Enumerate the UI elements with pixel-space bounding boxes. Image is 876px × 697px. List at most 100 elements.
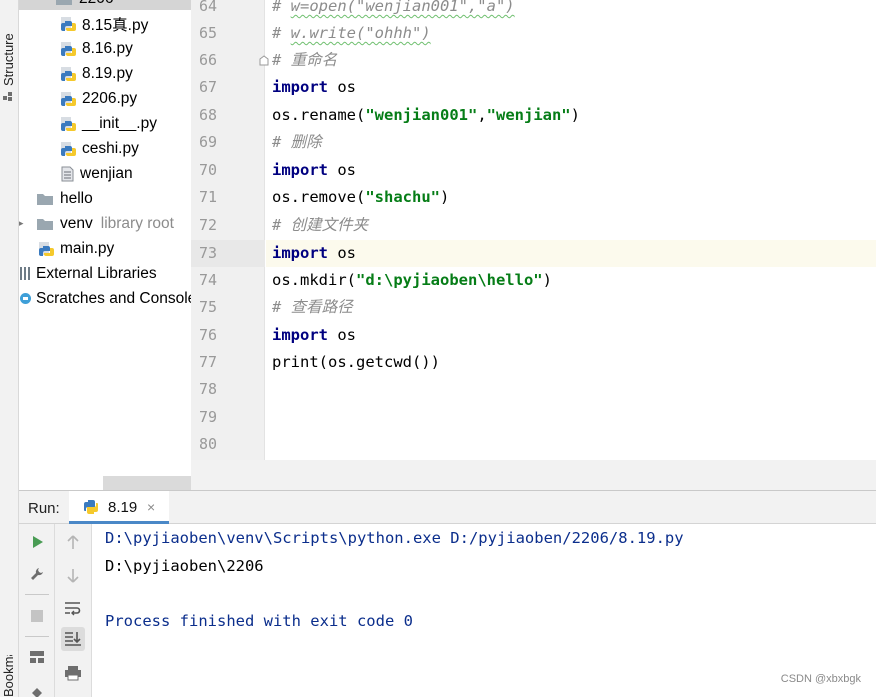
python-file-icon (39, 241, 54, 256)
tree-item-2206-py[interactable]: 2206.py (60, 86, 137, 111)
scroll-to-end-icon[interactable] (61, 627, 85, 651)
code-editor[interactable]: 64 65 66 67 68 69 70 71 72 73 74 75 76 7… (191, 0, 876, 460)
wrench-icon[interactable] (25, 562, 49, 586)
line-number: 69 (198, 133, 217, 151)
left-tool-strip: Structure Bookmarks (0, 0, 19, 697)
python-icon (84, 500, 98, 514)
tree-scratches[interactable]: Scratches and Consoles (19, 286, 191, 311)
code-line-69: # 删除 (272, 133, 322, 151)
tree-item-label: __init__.py (82, 114, 157, 132)
tree-item-label: main.py (60, 239, 115, 257)
tree-item-label: 2206.py (82, 89, 138, 107)
fold-marker-icon[interactable] (259, 55, 269, 66)
line-number: 66 (198, 51, 217, 69)
tree-item-wenjian[interactable]: wenjian (61, 161, 133, 186)
stop-icon[interactable] (25, 604, 49, 628)
code-line-76: import os (272, 326, 356, 344)
scratches-icon (20, 293, 31, 304)
line-number: 77 (198, 353, 217, 371)
structure-tab[interactable]: Structure (1, 22, 16, 86)
line-number: 73 (198, 244, 217, 262)
python-file-icon (61, 66, 76, 81)
python-file-icon (61, 141, 76, 156)
code-line-64: # w=open("wenjian001","a") (272, 0, 515, 15)
tree-item-label: Scratches and Consoles (36, 289, 191, 307)
run-icon[interactable] (25, 530, 49, 554)
print-icon[interactable] (61, 661, 85, 685)
watermark: CSDN @xbxbgk (780, 673, 861, 685)
run-console[interactable]: D:\pyjiaoben\venv\Scripts\python.exe D:/… (92, 524, 876, 697)
line-number: 72 (198, 216, 217, 234)
current-line-highlight (266, 240, 876, 267)
line-number: 70 (198, 161, 217, 179)
line-number: 76 (198, 326, 217, 344)
structure-icon (3, 92, 12, 101)
line-number: 74 (198, 271, 217, 289)
tree-item-main[interactable]: main.py (38, 236, 114, 261)
tree-item-init[interactable]: __init__.py (60, 111, 157, 136)
python-file-icon (61, 91, 76, 106)
run-panel-header: Run: 8.19 × (19, 490, 876, 524)
code-line-65: # w.write("ohhh") (272, 24, 431, 42)
line-number: 75 (198, 298, 217, 316)
tree-item-8-16[interactable]: 8.16.py (60, 36, 133, 61)
line-number: 64 (198, 0, 217, 15)
layout-icon[interactable] (25, 645, 49, 669)
tree-horizontal-scrollbar[interactable] (103, 476, 191, 490)
tree-folder-hello[interactable]: hello (36, 186, 93, 211)
code-line-74: os.mkdir("d:\pyjiaoben\hello") (272, 271, 552, 289)
library-root-label: library root (100, 214, 174, 232)
tree-item-label: ceshi.py (82, 139, 139, 157)
run-tab-label: 8.19 (108, 499, 138, 516)
project-tree: 2206 8.15真.py 8.16.py 8.19.py 2206.py __… (19, 0, 191, 490)
folder-icon (56, 0, 72, 5)
python-file-icon (61, 16, 76, 31)
line-number: 67 (198, 78, 217, 96)
tree-external-libraries[interactable]: External Libraries (19, 261, 157, 286)
down-arrow-icon[interactable] (61, 564, 85, 588)
tree-item-label: 8.15真.py (82, 16, 149, 34)
toolbar-separator (25, 636, 49, 637)
run-toolbar-primary (19, 524, 55, 697)
tree-item-label: 8.19.py (82, 64, 133, 82)
run-tab-8-19[interactable]: 8.19 × (69, 491, 169, 524)
tree-folder-venv[interactable]: ▸ venv library root (19, 211, 174, 236)
code-line-75: # 查看路径 (272, 298, 353, 316)
run-label: Run: (28, 500, 60, 517)
code-line-71: os.remove("shachu") (272, 188, 450, 206)
close-icon[interactable]: × (147, 499, 155, 515)
code-line-70: import os (272, 161, 356, 179)
library-icon (20, 267, 30, 280)
editor-bottom-area (191, 460, 876, 490)
chevron-right-icon[interactable]: ▸ (19, 218, 30, 229)
pin-icon[interactable] (25, 682, 49, 697)
tree-folder-2206[interactable]: 2206 (55, 0, 113, 11)
code-line-68: os.rename("wenjian001","wenjian") (272, 106, 580, 124)
tree-item-label: 8.16.py (82, 39, 133, 57)
code-line-66: # 重命名 (272, 51, 338, 69)
up-arrow-icon[interactable] (61, 530, 85, 554)
tree-item-8-19[interactable]: 8.19.py (60, 61, 133, 86)
text-file-icon (61, 166, 74, 181)
line-number: 80 (198, 435, 217, 453)
line-number: 71 (198, 188, 217, 206)
console-line: D:\pyjiaoben\venv\Scripts\python.exe D:/… (105, 529, 684, 547)
run-toolbar-secondary (55, 524, 92, 697)
tree-item-label: wenjian (80, 164, 133, 182)
tree-folder-label: venv (60, 214, 93, 232)
tree-item-8-15[interactable]: 8.15真.py (60, 11, 148, 36)
tree-item-label: External Libraries (36, 264, 157, 282)
tree-folder-label: hello (60, 189, 93, 207)
code-line-73: import os (272, 244, 356, 262)
tree-folder-label: 2206 (79, 0, 113, 8)
line-number: 65 (198, 24, 217, 42)
line-number: 79 (198, 408, 217, 426)
python-file-icon (61, 41, 76, 56)
tree-item-ceshi[interactable]: ceshi.py (60, 136, 139, 161)
line-number: 68 (198, 106, 217, 124)
folder-icon (37, 218, 53, 230)
folder-icon (37, 193, 53, 205)
bookmarks-tab[interactable]: Bookmarks (1, 655, 16, 697)
soft-wrap-icon[interactable] (61, 596, 85, 620)
code-line-67: import os (272, 78, 356, 96)
